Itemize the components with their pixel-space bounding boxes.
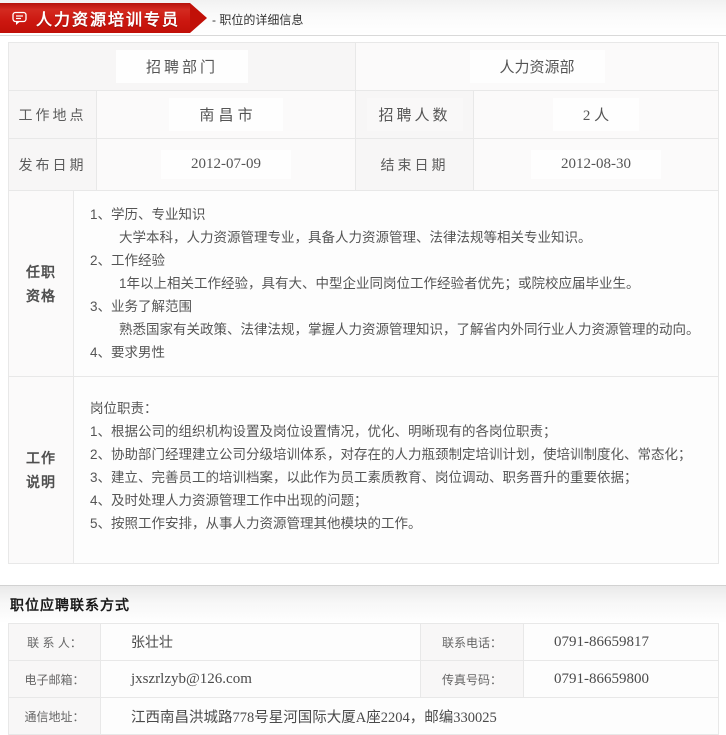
- contact-person-value: 张壮壮: [101, 624, 421, 661]
- table-row: 招聘部门 人力资源部: [9, 43, 719, 91]
- contact-phone-value: 0791-86659817: [524, 624, 719, 661]
- table-row: 发布日期 2012-07-09 结束日期 2012-08-30: [9, 139, 719, 191]
- publish-date-label: 发布日期: [9, 139, 97, 191]
- location-value-cell: 南 昌 市: [97, 91, 356, 139]
- contact-phone-label: 联系电话：: [421, 624, 524, 661]
- contact-email-value: jxszrlzyb@126.com: [101, 661, 421, 698]
- description-line: 3、建立、完善员工的培训档案，以此作为员工素质教育、岗位调动、职务晋升的重要依据…: [90, 466, 712, 489]
- description-row: 工作 说明 岗位职责：1、根据公司的组织机构设置及岗位设置情况，优化、明晰现有的…: [9, 377, 719, 564]
- job-title-ribbon: 人力资源培训专员: [0, 3, 190, 33]
- contact-person-label: 联 系 人：: [9, 624, 101, 661]
- description-content: 岗位职责：1、根据公司的组织机构设置及岗位设置情况，优化、明晰现有的各岗位职责；…: [74, 377, 719, 564]
- publish-date-cell: 2012-07-09: [97, 139, 356, 191]
- page-subtitle: - 职位的详细信息: [212, 11, 303, 28]
- qualification-line: 大学本科，人力资源管理专业，具备人力资源管理、法律法规等相关专业知识。: [90, 226, 712, 249]
- dept-label-cell: 招聘部门: [9, 43, 356, 91]
- qualification-row: 任职 资格 1、学历、专业知识大学本科，人力资源管理专业，具备人力资源管理、法律…: [9, 191, 719, 377]
- qualification-line: 熟悉国家有关政策、法律法规，掌握人力资源管理知识，了解省内外同行业人力资源管理的…: [90, 318, 712, 341]
- dept-value: 人力资源部: [470, 50, 605, 83]
- description-line: 1、根据公司的组织机构设置及岗位设置情况，优化、明晰现有的各岗位职责；: [90, 420, 712, 443]
- table-row: 电子邮箱： jxszrlzyb@126.com 传真号码： 0791-86659…: [9, 661, 719, 698]
- description-label: 工作 说明: [9, 377, 74, 564]
- table-row: 工作地点 南 昌 市 招聘人数 2 人: [9, 91, 719, 139]
- contact-section-title: 职位应聘联系方式: [0, 595, 130, 615]
- contact-section-header: 职位应聘联系方式: [0, 585, 726, 623]
- description-line: 2、协助部门经理建立公司分级培训体系，对存在的人力瓶颈制定培训计划，使培训制度化…: [90, 443, 712, 466]
- location-label: 工作地点: [9, 91, 97, 139]
- end-date-value: 2012-08-30: [531, 150, 661, 179]
- contact-table: 联 系 人： 张壮壮 联系电话： 0791-86659817 电子邮箱： jxs…: [8, 623, 719, 735]
- contact-fax-label: 传真号码：: [421, 661, 524, 698]
- dept-value-cell: 人力资源部: [356, 43, 719, 91]
- table-row: 通信地址： 江西南昌洪城路778号星河国际大厦A座2204，邮编330025: [9, 698, 719, 735]
- qualification-line: 3、业务了解范围: [90, 295, 712, 318]
- qualification-line: 2、工作经验: [90, 249, 712, 272]
- contact-fax-value: 0791-86659800: [524, 661, 719, 698]
- dept-label: 招聘部门: [116, 50, 248, 83]
- qualification-label: 任职 资格: [9, 191, 74, 377]
- qualification-content: 1、学历、专业知识大学本科，人力资源管理专业，具备人力资源管理、法律法规等相关专…: [74, 191, 719, 377]
- page-title: 人力资源培训专员: [36, 6, 180, 30]
- job-detail-table: 任职 资格 1、学历、专业知识大学本科，人力资源管理专业，具备人力资源管理、法律…: [8, 190, 719, 564]
- job-info-table: 招聘部门 人力资源部 工作地点 南 昌 市 招聘人数 2 人 发布日期 2012…: [8, 42, 719, 191]
- location-value: 南 昌 市: [169, 98, 282, 131]
- headcount-value: 2 人: [553, 98, 639, 131]
- description-line: 4、及时处理人力资源管理工作中出现的问题；: [90, 489, 712, 512]
- headcount-value-cell: 2 人: [474, 91, 719, 139]
- description-line: 岗位职责：: [90, 397, 712, 420]
- headcount-label: 招聘人数: [367, 98, 463, 131]
- qualification-line: 4、要求男性: [90, 341, 712, 364]
- qualification-line: 1、学历、专业知识: [90, 203, 712, 226]
- end-date-label: 结束日期: [356, 139, 474, 191]
- ribbon-arrow: [190, 3, 207, 33]
- qualification-line: 1年以上相关工作经验，具有大、中型企业同岗位工作经验者优先；或院校应届毕业生。: [90, 272, 712, 295]
- contact-email-label: 电子邮箱：: [9, 661, 101, 698]
- contact-address-label: 通信地址：: [9, 698, 101, 735]
- end-date-cell: 2012-08-30: [474, 139, 719, 191]
- speech-bubble-icon: [12, 11, 28, 26]
- publish-date-value: 2012-07-09: [161, 150, 291, 179]
- table-row: 联 系 人： 张壮壮 联系电话： 0791-86659817: [9, 624, 719, 661]
- page-header: 人力资源培训专员 - 职位的详细信息: [0, 0, 726, 36]
- headcount-label-cell: 招聘人数: [356, 91, 474, 139]
- contact-address-value: 江西南昌洪城路778号星河国际大厦A座2204，邮编330025: [101, 698, 719, 735]
- description-line: 5、按照工作安排，从事人力资源管理其他模块的工作。: [90, 512, 712, 535]
